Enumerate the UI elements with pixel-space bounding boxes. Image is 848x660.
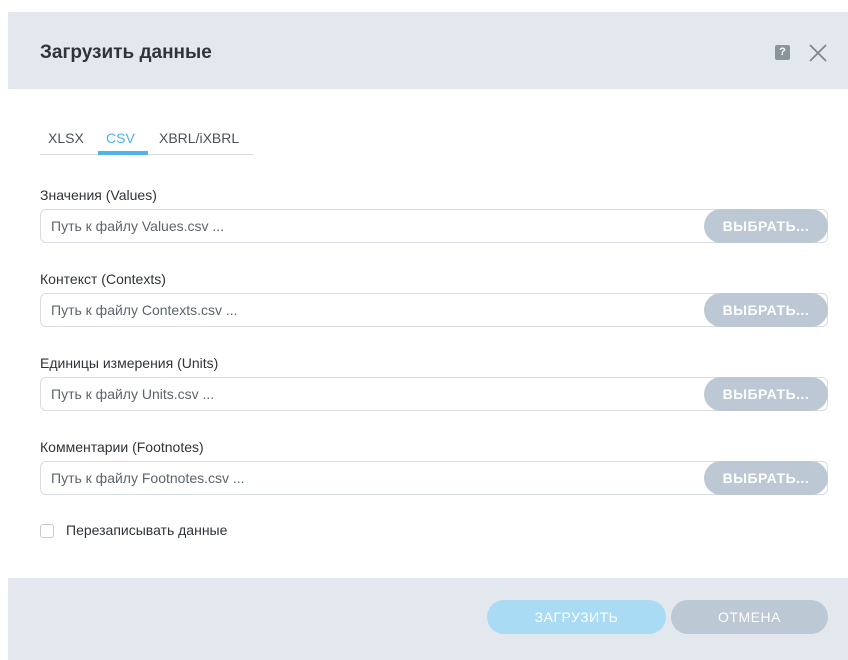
upload-data-dialog: Загрузить данные ? XLSX CSV XBRL/iXBRL З… <box>8 12 848 660</box>
tab-xbrl[interactable]: XBRL/iXBRL <box>159 130 239 154</box>
contexts-path-input[interactable] <box>41 294 701 326</box>
footnotes-file-field: ВЫБРАТЬ... <box>40 461 828 495</box>
footnotes-label: Комментарии (Footnotes) <box>40 439 204 455</box>
contexts-label: Контекст (Contexts) <box>40 271 166 287</box>
active-tab-indicator <box>98 151 148 155</box>
dialog-footer: ЗАГРУЗИТЬ ОТМЕНА <box>8 578 848 660</box>
units-label: Единицы измерения (Units) <box>40 355 219 371</box>
format-tabs: XLSX CSV XBRL/iXBRL <box>40 126 253 155</box>
help-icon[interactable]: ? <box>775 45 790 60</box>
values-label: Значения (Values) <box>40 187 157 203</box>
footnotes-path-input[interactable] <box>41 462 701 494</box>
footnotes-browse-button[interactable]: ВЫБРАТЬ... <box>704 461 828 495</box>
dialog-title: Загрузить данные <box>40 42 212 63</box>
values-browse-button[interactable]: ВЫБРАТЬ... <box>704 209 828 243</box>
upload-button[interactable]: ЗАГРУЗИТЬ <box>487 600 666 634</box>
cancel-button[interactable]: ОТМЕНА <box>671 600 828 634</box>
units-browse-button[interactable]: ВЫБРАТЬ... <box>704 377 828 411</box>
units-file-field: ВЫБРАТЬ... <box>40 377 828 411</box>
contexts-file-field: ВЫБРАТЬ... <box>40 293 828 327</box>
contexts-browse-button[interactable]: ВЫБРАТЬ... <box>704 293 828 327</box>
close-icon[interactable] <box>806 41 830 65</box>
tab-xlsx[interactable]: XLSX <box>48 130 84 154</box>
overwrite-checkbox[interactable] <box>40 524 54 538</box>
values-path-input[interactable] <box>41 210 701 242</box>
units-path-input[interactable] <box>41 378 701 410</box>
values-file-field: ВЫБРАТЬ... <box>40 209 828 243</box>
dialog-header: Загрузить данные ? <box>8 12 848 89</box>
overwrite-label: Перезаписывать данные <box>66 522 228 538</box>
